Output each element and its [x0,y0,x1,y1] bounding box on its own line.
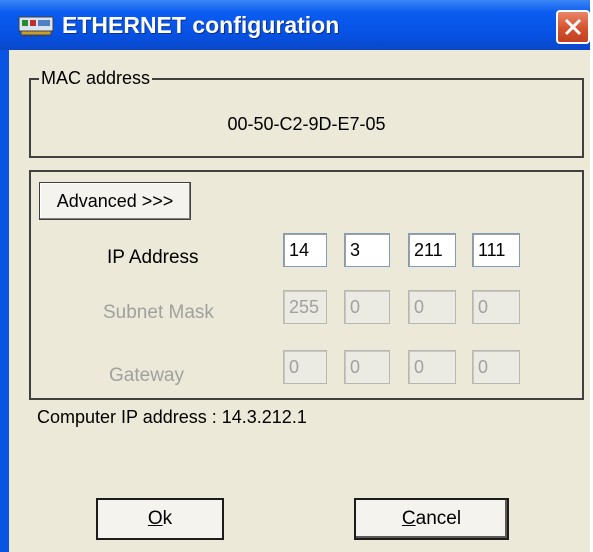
gateway-octet-2 [344,350,390,384]
cancel-button[interactable]: Cancel [354,498,509,540]
ip-settings-group: Advanced >>> IP Address Subnet Mask Gate… [29,170,584,400]
ok-button[interactable]: Ok [96,498,224,540]
mac-address-value: 00-50-C2-9D-E7-05 [227,114,386,134]
subnet-octet-1 [283,290,327,324]
computer-ip-address-text: Computer IP address : 14.3.212.1 [37,407,307,427]
window-title: ETHERNET configuration [62,12,340,38]
ok-mnemonic: O [147,508,163,529]
gateway-octet-1 [283,350,327,384]
mac-address-legend: MAC address [39,68,153,89]
gateway-label: Gateway [109,365,184,386]
subnet-octet-3 [408,290,456,324]
ip-octet-2[interactable] [344,233,390,267]
ip-address-label: IP Address [107,247,199,268]
subnet-octet-4 [472,290,520,324]
ip-octet-1[interactable] [283,233,327,267]
advanced-button[interactable]: Advanced >>> [39,182,191,220]
dialog-client-area: MAC address 00-50-C2-9D-E7-05 Advanced >… [9,50,590,552]
cancel-label-rest: ancel [415,508,462,529]
ethernet-configuration-dialog: ETHERNET configuration MAC address 00-50… [0,0,590,552]
title-bar[interactable]: ETHERNET configuration [0,0,590,50]
gateway-octet-4 [472,350,520,384]
cancel-mnemonic: C [401,508,416,529]
ip-octet-3[interactable] [408,233,456,267]
subnet-mask-label: Subnet Mask [103,302,214,323]
network-card-icon [18,16,54,38]
ok-label-rest: k [162,508,173,529]
close-icon [564,18,582,36]
subnet-octet-2 [344,290,390,324]
ip-octet-4[interactable] [472,233,520,267]
gateway-octet-3 [408,350,456,384]
close-button[interactable] [556,10,590,44]
mac-address-group: MAC address 00-50-C2-9D-E7-05 [29,68,584,158]
